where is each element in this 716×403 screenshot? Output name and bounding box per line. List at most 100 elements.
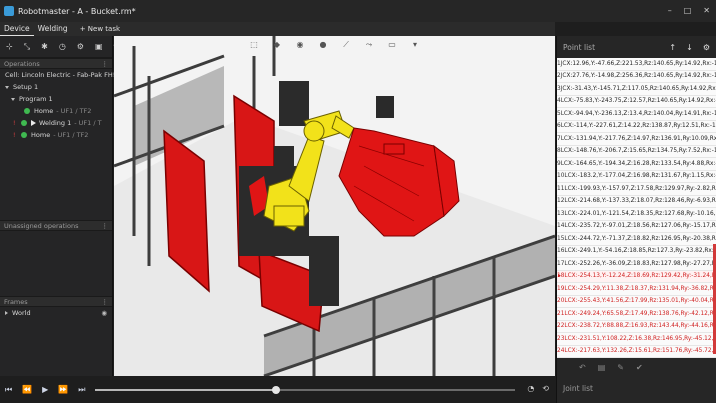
visibility-eye-icon[interactable]: ◉ <box>101 309 107 317</box>
ruler-icon[interactable]: ▭ <box>386 40 398 53</box>
point-row[interactable]: 15 LC X:-244.72,Y:-71.37,Z:18.82,Rz:126.95… <box>557 233 716 246</box>
left-toolbar: ⊹ ⤡ ✱ ◷ ⚙ ▣ ▾ <box>0 36 118 58</box>
undo-icon[interactable]: ↶ <box>579 363 586 372</box>
frames-menu-icon[interactable]: ⋮ <box>102 298 109 306</box>
unassigned-menu-icon[interactable]: ⋮ <box>102 222 109 230</box>
operation-row-home-1[interactable]: Home - UF1 / TF2 <box>0 105 112 117</box>
maximize-icon[interactable]: □ <box>684 6 692 15</box>
point-row[interactable]: 19 LC X:-254.29,Y:11.38,Z:18.37,Rz:131.94,… <box>557 283 716 296</box>
move-down-icon[interactable]: ↓ <box>686 43 693 52</box>
move-up-icon[interactable]: ↑ <box>669 43 676 52</box>
point-row[interactable]: 20 LC X:-255.43,Y:41.56,Z:17.99,Rz:135.01,… <box>557 296 716 308</box>
settings-icon[interactable]: ⚙ <box>77 42 84 51</box>
point-row[interactable]: 4 LC X:-75.83,Y:-243.75,Z:12.57,Rz:140.65,… <box>557 96 716 108</box>
point-row[interactable]: 10 LC X:-183.2,Y:-177.04,Z:16.98,Rz:131.67… <box>557 171 716 183</box>
point-row[interactable]: 11 LC X:-199.93,Y:-157.97,Z:17.58,Rz:129.9… <box>557 183 716 196</box>
cell-label: Cell: Lincoln Electric - Fab-Pak FH! <box>5 71 116 79</box>
skip-end-icon[interactable]: ⏭ <box>78 385 85 395</box>
approve-icon[interactable]: ✔ <box>636 363 643 372</box>
program-label: Program 1 <box>19 95 53 103</box>
tab-welding[interactable]: Welding <box>34 22 72 36</box>
chevron-right-icon[interactable] <box>5 311 8 315</box>
clock-icon[interactable]: ◷ <box>59 42 66 51</box>
program-row[interactable]: Program 1 <box>0 93 112 105</box>
close-icon[interactable]: ✕ <box>703 6 710 15</box>
loop-icon[interactable]: ⟲ <box>542 384 549 393</box>
point-row[interactable]: 22 LC X:-238.72,Y:88.88,Z:16.93,Rz:143.44,… <box>557 321 716 333</box>
point-row[interactable]: 2 JC X:27.76,Y:-14.98,Z:256.36,Rz:140.65,R… <box>557 71 716 83</box>
point-row[interactable]: 5 LC X:-94.94,Y:-236.13,Z:13.4,Rz:140.04,R… <box>557 108 716 121</box>
3d-viewport[interactable] <box>114 36 555 376</box>
view-icon[interactable]: ◉ <box>294 40 306 53</box>
point-row[interactable]: 14 LC X:-235.72,Y:-97.01,Z:18.56,Rz:127.06… <box>557 221 716 233</box>
point-row[interactable]: 7 LC X:-131.94,Y:-217.76,Z:14.97,Rz:136.91… <box>557 133 716 146</box>
timeline-progress <box>95 389 276 391</box>
cell-row[interactable]: Cell: Lincoln Electric - Fab-Pak FH! <box>0 69 116 81</box>
select-icon[interactable]: ⬚ <box>248 40 260 53</box>
path-icon[interactable]: ⤳ <box>363 40 375 53</box>
point-list-title: Point list <box>563 42 596 52</box>
point-row[interactable]: 1 JC X:12.96,Y:-47.66,Z:221.53,Rz:140.65,R… <box>557 58 716 71</box>
tab-device[interactable]: Device <box>0 22 34 36</box>
delete-icon[interactable]: ▤ <box>598 363 606 372</box>
point-coords: X:-131.94,Y:-217.76,Z:14.97,Rz:136.91,Ry… <box>567 135 716 142</box>
timeline-thumb[interactable] <box>271 386 280 394</box>
axes-icon[interactable]: ⊹ <box>6 42 13 51</box>
point-row[interactable]: 12 LC X:-214.68,Y:-137.33,Z:18.07,Rz:128.4… <box>557 196 716 208</box>
point-row[interactable]: ▸ 18 LC X:-254.13,Y:-12.24,Z:18.69,Rz:129.4… <box>557 270 716 283</box>
warning-mark-icon: ! <box>13 119 16 127</box>
new-task-button[interactable]: + New task <box>80 25 120 33</box>
operation-frame-label: - UF1 / TF2 <box>53 131 89 139</box>
cube-icon[interactable]: ◆ <box>271 40 283 53</box>
point-type: LC <box>560 160 568 167</box>
point-list[interactable]: 1 JC X:12.96,Y:-47.66,Z:221.53,Rz:140.65,R… <box>557 58 716 358</box>
chevron-down-icon[interactable] <box>5 85 9 89</box>
point-coords: X:-199.93,Y:-157.97,Z:17.58,Rz:129.97,Ry… <box>571 185 716 192</box>
step-back-icon[interactable]: ⏪ <box>22 385 32 395</box>
axis-icon[interactable]: ⟋ <box>340 40 352 53</box>
point-row[interactable]: 23 LC X:-231.51,Y:108.22,Z:16.38,Rz:146.95… <box>557 333 716 346</box>
operation-row-welding[interactable]: ! Welding 1 - UF1 / T <box>0 117 112 129</box>
point-row[interactable]: 9 LC X:-164.65,Y:-194.34,Z:16.28,Rz:133.54… <box>557 158 716 171</box>
point-coords: X:-249.24,Y:65.58,Z:17.49,Rz:138.76,Ry:-… <box>571 310 716 317</box>
operations-menu-icon[interactable]: ⋮ <box>102 60 109 68</box>
minimize-icon[interactable]: – <box>668 6 672 15</box>
point-coords: X:-244.72,Y:-71.37,Z:18.82,Rz:126.95,Ry:… <box>571 235 716 242</box>
play-button[interactable]: ▶ <box>42 385 48 395</box>
speed-icon[interactable]: ◔ <box>527 384 534 393</box>
point-type: LC <box>564 198 572 205</box>
point-number: 24 <box>557 348 565 355</box>
edit-icon[interactable]: ✎ <box>617 363 624 372</box>
skip-start-icon[interactable]: ⏮ <box>5 385 12 395</box>
point-row[interactable]: 24 LC X:-217.63,Y:132.26,Z:15.61,Rz:151.76… <box>557 346 716 358</box>
gear-icon[interactable]: ⚙ <box>703 43 710 52</box>
timeline-slider[interactable] <box>95 386 515 394</box>
frame-row-world[interactable]: World ◉ <box>0 307 112 319</box>
point-row[interactable]: 6 LC X:-114,Y:-227.61,Z:14.22,Rz:138.87,Ry… <box>557 121 716 133</box>
point-type: LC <box>560 98 568 105</box>
filter-icon[interactable]: ▾ <box>409 40 421 53</box>
operation-frame-label: - UF1 / T <box>74 119 102 127</box>
point-row[interactable]: 3 JC X:-31.43,Y:-145.71,Z:117.05,Rz:140.65… <box>557 83 716 96</box>
frame-icon[interactable]: ▣ <box>95 42 103 51</box>
point-type: LC <box>564 260 572 267</box>
point-row[interactable]: 8 LC X:-148.76,Y:-206.7,Z:15.65,Rz:134.75,… <box>557 146 716 158</box>
point-coords: X:-238.72,Y:88.88,Z:16.93,Rz:143.44,Ry:-… <box>571 323 716 330</box>
chevron-down-icon[interactable] <box>11 97 15 101</box>
point-row[interactable]: 16 LC X:-249.1,Y:-54.16,Z:18.85,Rz:127.3,R… <box>557 246 716 258</box>
point-type: LC <box>564 223 572 230</box>
sphere-icon[interactable]: ● <box>317 40 329 53</box>
point-row[interactable]: 17 LC X:-252.26,Y:-36.09,Z:18.83,Rz:127.98… <box>557 258 716 271</box>
point-coords: X:-31.43,Y:-145.71,Z:117.05,Rz:140.65,Ry… <box>566 85 716 92</box>
setup-row[interactable]: Setup 1 <box>0 81 112 93</box>
point-row[interactable]: 13 LC X:-224.01,Y:-121.54,Z:18.35,Rz:127.6… <box>557 208 716 221</box>
point-row[interactable]: 21 LC X:-249.24,Y:65.58,Z:17.49,Rz:138.76,… <box>557 308 716 321</box>
operation-row-home-2[interactable]: ! Home - UF1 / TF2 <box>0 129 112 141</box>
status-ok-icon <box>24 108 30 114</box>
point-number: 12 <box>557 198 565 205</box>
point-type: LC <box>560 135 568 142</box>
play-icon[interactable] <box>31 120 36 126</box>
path-icon[interactable]: ⤡ <box>24 42 30 52</box>
gear-icon[interactable]: ✱ <box>41 42 48 51</box>
step-forward-icon[interactable]: ⏩ <box>58 385 68 395</box>
